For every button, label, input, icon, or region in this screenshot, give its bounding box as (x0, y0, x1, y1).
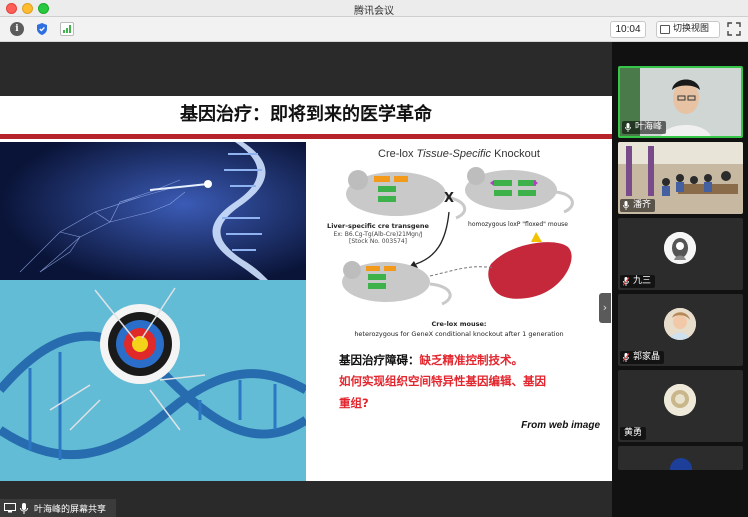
participant-tile[interactable]: 叶海峰 (618, 66, 743, 138)
left-caption-1: Liver-specific cre transgene (327, 222, 429, 230)
participant-name-badge: 叶海峰 (622, 121, 667, 134)
info-icon[interactable]: i (10, 22, 24, 36)
participant-tile[interactable]: 潘齐 (618, 142, 743, 214)
participant-avatar (664, 384, 696, 416)
right-caption: homozygous loxP "floxed" mouse (468, 221, 568, 228)
cre-lox-diagram: Cre-lox Tissue-Specific Knockout X Liver… (306, 142, 612, 342)
microphone-icon (20, 503, 28, 514)
presentation-slide: 基因治疗：即将到来的医学革命 Cre-lox Tissue-Specific K… (0, 96, 612, 481)
meeting-time: 10:04 (610, 21, 646, 38)
participant-avatar (670, 458, 692, 470)
participant-name: 叶海峰 (635, 122, 663, 132)
liver-illustration (488, 232, 572, 299)
participant-name: 黄勇 (624, 428, 643, 438)
participant-tile[interactable] (618, 446, 743, 470)
screen-share-icon (4, 503, 16, 513)
participant-name-badge: 郭家晶 (620, 351, 665, 364)
participant-tile[interactable]: 黄勇 (618, 370, 743, 442)
participant-name-badge: 黄勇 (620, 427, 647, 440)
switch-view-button[interactable]: 切换视图 (656, 21, 720, 38)
participant-tile[interactable]: 九三 (618, 218, 743, 290)
participant-name-badge: 九三 (620, 275, 656, 288)
question-line-2: 重组? (339, 396, 369, 410)
robot-hand-dna-image (0, 142, 306, 280)
microphone-icon (625, 123, 631, 132)
participant-sidebar: 叶海峰 潘齐 九三 郭家晶 黄勇 (612, 42, 748, 517)
participant-name-badge: 潘齐 (620, 199, 656, 212)
obstacle-label: 基因治疗障碍： (339, 353, 420, 367)
title-bar: 腾讯会议 (0, 0, 748, 17)
microphone-muted-icon (623, 277, 629, 286)
microphone-muted-icon (623, 353, 629, 362)
fullscreen-icon[interactable] (727, 22, 741, 36)
title-underline (0, 134, 612, 139)
crelox-heading-prefix: Cre-lox (378, 148, 417, 160)
expand-sidebar-button[interactable]: › (599, 293, 611, 323)
cross-symbol: X (444, 191, 454, 206)
question-line-1: 如何实现组织空间特异性基因编辑、基因 (339, 374, 546, 388)
participant-avatar (664, 232, 696, 264)
svg-text:Cre-lox Tissue-Specific Knocko: Cre-lox Tissue-Specific Knockout (378, 148, 540, 160)
obstacle-line: 基因治疗障碍：缺乏精准控制技术。 (339, 350, 609, 370)
bottom-caption-2: heterozygous for GeneX conditional knock… (354, 330, 563, 338)
participant-name: 潘齐 (633, 200, 652, 210)
participant-tile[interactable]: 郭家晶 (618, 294, 743, 366)
microphone-icon (623, 201, 629, 210)
network-signal-icon[interactable] (60, 22, 74, 36)
screen-share-indicator[interactable]: 叶海峰的屏幕共享 (0, 499, 116, 517)
mouse-right (465, 167, 574, 214)
participant-name: 郭家晶 (633, 352, 661, 362)
slide-title: 基因治疗：即将到来的医学革命 (0, 96, 612, 134)
shield-icon[interactable] (35, 22, 49, 36)
mouse-bottom (342, 261, 452, 306)
meeting-toolbar: i 10:04 切换视图 (0, 17, 748, 42)
target-dna-image (0, 280, 306, 481)
window-title: 腾讯会议 (354, 6, 394, 17)
left-caption-3: [Stock No. 003574] (349, 238, 407, 245)
image-source-note: From web image (521, 420, 600, 431)
left-caption-2: Ex: B6.Cg-Tg(Alb-Cre)21Mgn/J (333, 231, 422, 238)
bottom-caption-1: Cre-lox mouse: (432, 320, 487, 328)
screen-share-label: 叶海峰的屏幕共享 (34, 505, 107, 515)
participant-name: 九三 (633, 276, 652, 286)
crelox-heading-italic: Tissue-Specific (417, 148, 492, 160)
participant-avatar (664, 308, 696, 340)
grid-view-icon (660, 25, 670, 34)
shared-screen-area: 基因治疗：即将到来的医学革命 Cre-lox Tissue-Specific K… (0, 42, 612, 517)
obstacle-text: 缺乏精准控制技术。 (419, 353, 524, 367)
crelox-heading-suffix: Knockout (491, 148, 540, 160)
switch-view-label: 切换视图 (673, 24, 710, 34)
